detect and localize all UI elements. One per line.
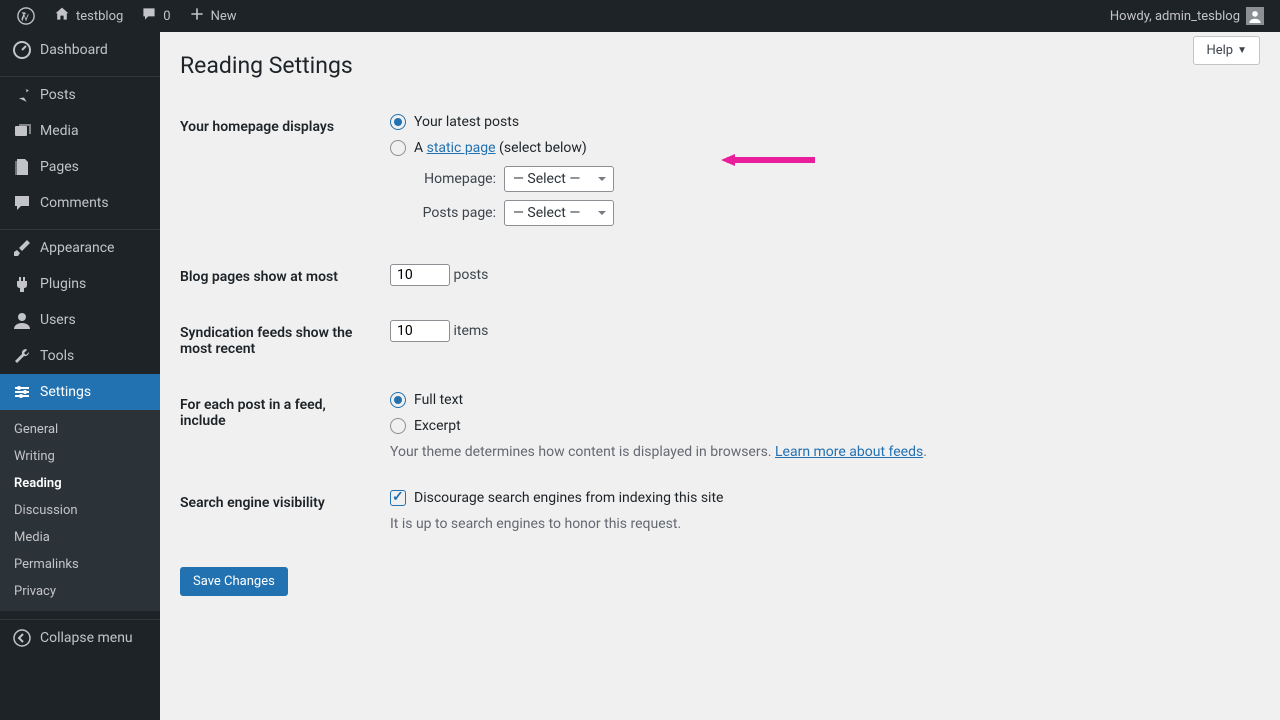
menu-label: Comments <box>40 195 109 211</box>
avatar-icon <box>1246 7 1264 25</box>
menu-label: Collapse menu <box>40 630 133 646</box>
settings-submenu: General Writing Reading Discussion Media… <box>0 410 160 611</box>
radio-excerpt-label: Excerpt <box>414 418 461 434</box>
menu-label: Posts <box>40 87 76 103</box>
media-icon <box>12 121 32 141</box>
radio-excerpt[interactable] <box>390 418 406 434</box>
plus-icon <box>189 6 205 26</box>
menu-appearance[interactable]: Appearance <box>0 230 160 266</box>
posts-page-select-label: Posts page: <box>414 205 496 221</box>
content-area: Help ▼ Reading Settings Your homepage di… <box>160 32 1280 720</box>
topbar-right: Howdy, admin_tesblog <box>1102 0 1272 32</box>
menu-plugins[interactable]: Plugins <box>0 266 160 302</box>
radio-full-text[interactable] <box>390 392 406 408</box>
submenu-permalinks[interactable]: Permalinks <box>0 551 160 578</box>
submenu-writing[interactable]: Writing <box>0 443 160 470</box>
menu-tools[interactable]: Tools <box>0 338 160 374</box>
page-icon <box>12 157 32 177</box>
new-content-link[interactable]: New <box>181 0 245 32</box>
site-name-link[interactable]: testblog <box>46 0 131 32</box>
feed-description: Your theme determines how content is dis… <box>390 444 1250 460</box>
static-page-link[interactable]: static page <box>427 140 496 156</box>
posts-page-select[interactable]: — Select — <box>504 200 614 226</box>
comments-link[interactable]: 0 <box>133 0 178 32</box>
annotation-arrow <box>715 154 815 166</box>
blog-pages-input[interactable] <box>390 264 450 286</box>
menu-users[interactable]: Users <box>0 302 160 338</box>
wrench-icon <box>12 346 32 366</box>
menu-comments[interactable]: Comments <box>0 185 160 221</box>
submenu-reading[interactable]: Reading <box>0 470 160 497</box>
menu-pages[interactable]: Pages <box>0 149 160 185</box>
admin-topbar: testblog 0 New Howdy, admin_tesblog <box>0 0 1280 32</box>
wp-logo-menu[interactable] <box>8 0 44 32</box>
radio-static-page[interactable] <box>390 140 406 156</box>
chevron-down-icon: ▼ <box>1237 45 1247 56</box>
dashboard-icon <box>12 40 32 60</box>
blog-pages-suffix: posts <box>453 267 488 283</box>
help-tab[interactable]: Help ▼ <box>1193 36 1260 65</box>
comments-count: 0 <box>163 9 170 24</box>
submenu-privacy[interactable]: Privacy <box>0 578 160 605</box>
topbar-left: testblog 0 New <box>8 0 245 32</box>
syndication-label: Syndication feeds show the most recent <box>180 305 380 377</box>
new-label: New <box>211 9 237 24</box>
homepage-select-label: Homepage: <box>414 171 496 187</box>
menu-label: Plugins <box>40 276 86 292</box>
menu-label: Users <box>40 312 76 328</box>
search-visibility-checkbox[interactable] <box>390 490 406 506</box>
menu-settings[interactable]: Settings <box>0 374 160 410</box>
menu-label: Appearance <box>40 240 114 256</box>
sliders-icon <box>12 382 32 402</box>
search-visibility-checkbox-label: Discourage search engines from indexing … <box>414 490 723 506</box>
plug-icon <box>12 274 32 294</box>
account-link[interactable]: Howdy, admin_tesblog <box>1102 0 1272 32</box>
save-button[interactable]: Save Changes <box>180 567 288 596</box>
help-label: Help <box>1206 43 1233 58</box>
submenu-general[interactable]: General <box>0 416 160 443</box>
search-visibility-desc: It is up to search engines to honor this… <box>390 516 1250 532</box>
pin-icon <box>12 85 32 105</box>
admin-sidebar: Dashboard Posts Media Pages Comments App… <box>0 32 160 720</box>
collapse-icon <box>12 628 32 648</box>
wordpress-icon <box>16 6 36 26</box>
collapse-menu[interactable]: Collapse menu <box>0 620 160 656</box>
syndication-input[interactable] <box>390 320 450 342</box>
menu-label: Settings <box>40 384 91 400</box>
feed-include-label: For each post in a feed, include <box>180 377 380 475</box>
menu-media[interactable]: Media <box>0 113 160 149</box>
search-visibility-label: Search engine visibility <box>180 475 380 547</box>
howdy-text: Howdy, admin_tesblog <box>1110 9 1240 24</box>
homepage-select[interactable]: — Select — <box>504 166 614 192</box>
brush-icon <box>12 238 32 258</box>
menu-posts[interactable]: Posts <box>0 77 160 113</box>
menu-dashboard[interactable]: Dashboard <box>0 32 160 68</box>
learn-feeds-link[interactable]: Learn more about feeds <box>775 444 923 460</box>
submenu-media[interactable]: Media <box>0 524 160 551</box>
page-title: Reading Settings <box>180 52 1260 79</box>
blog-pages-label: Blog pages show at most <box>180 249 380 305</box>
home-icon <box>54 6 70 26</box>
syndication-suffix: items <box>453 323 488 339</box>
radio-latest-posts-label: Your latest posts <box>414 114 519 130</box>
radio-latest-posts[interactable] <box>390 114 406 130</box>
homepage-displays-label: Your homepage displays <box>180 99 380 249</box>
menu-label: Media <box>40 123 79 139</box>
user-icon <box>12 310 32 330</box>
menu-label: Tools <box>40 348 74 364</box>
submenu-discussion[interactable]: Discussion <box>0 497 160 524</box>
site-name-text: testblog <box>76 9 123 24</box>
comment-icon <box>12 193 32 213</box>
radio-full-text-label: Full text <box>414 392 463 408</box>
menu-label: Dashboard <box>40 42 108 58</box>
comment-icon <box>141 6 157 26</box>
settings-form: Your homepage displays Your latest posts… <box>180 99 1260 547</box>
menu-label: Pages <box>40 159 79 175</box>
radio-static-page-label: A static page (select below) <box>414 140 587 156</box>
